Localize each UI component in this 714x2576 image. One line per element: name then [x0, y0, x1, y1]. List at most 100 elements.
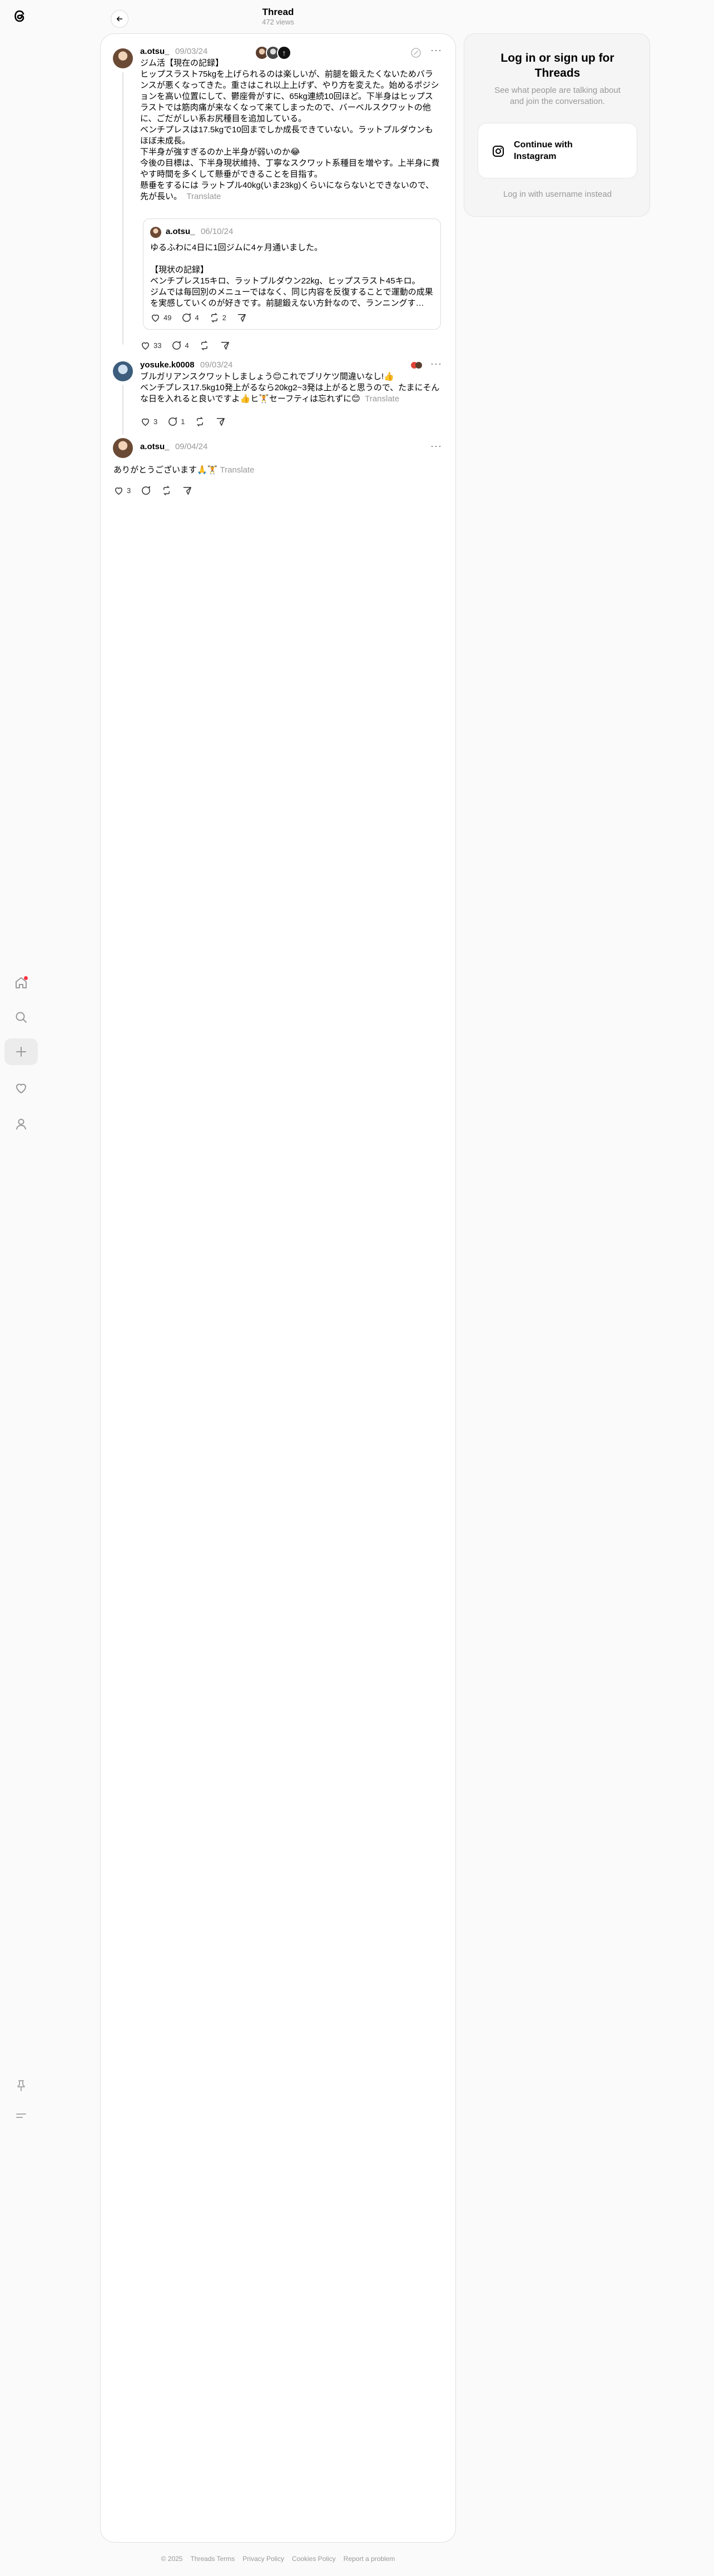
comment-icon — [168, 417, 177, 426]
translate-link[interactable]: Translate — [365, 394, 399, 404]
username-login-link[interactable]: Log in with username instead — [464, 190, 651, 199]
like-button[interactable]: 3 — [140, 416, 157, 427]
post-header: a.otsu_ 09/03/24 — [140, 47, 207, 57]
reply-button[interactable]: 4 — [181, 312, 199, 323]
heart-icon — [142, 418, 149, 426]
quote-username[interactable]: a.otsu_ — [166, 227, 195, 236]
heart-icon — [142, 342, 149, 350]
view-count: 472 views — [262, 18, 294, 26]
avatar[interactable] — [113, 361, 133, 381]
reply-header: a.otsu_ 09/04/24 — [140, 442, 207, 452]
share-button[interactable] — [182, 485, 192, 496]
reply-button[interactable]: 4 — [171, 340, 189, 351]
more-options-icon[interactable]: ··· — [430, 358, 442, 370]
nav-profile[interactable] — [9, 1112, 33, 1136]
reply-username[interactable]: yosuke.k0008 — [140, 360, 195, 370]
more-options-icon[interactable]: ··· — [430, 440, 442, 452]
footer-link-report[interactable]: Report a problem — [344, 2555, 395, 2563]
search-icon — [16, 1012, 27, 1023]
send-icon — [217, 418, 225, 426]
avatar[interactable] — [113, 48, 133, 68]
thread-connector — [122, 72, 123, 345]
more-options-icon[interactable]: ··· — [430, 44, 442, 56]
reply-text: ありがとうございます🙏🏋 Translate — [113, 465, 442, 476]
footer-copyright: © 2025 — [161, 2555, 183, 2563]
translate-link[interactable]: Translate — [186, 192, 221, 201]
reply-count: 4 — [195, 314, 199, 322]
reply-header: yosuke.k0008 09/03/24 — [140, 360, 232, 370]
avatar[interactable] — [113, 438, 133, 458]
comment-icon — [172, 341, 181, 350]
reply-count: 1 — [181, 417, 185, 426]
share-button[interactable] — [215, 416, 226, 427]
post-username[interactable]: a.otsu_ — [140, 47, 170, 56]
repost-icon — [201, 341, 207, 350]
login-card: Log in or sign up for Threads See what p… — [464, 33, 650, 217]
reply-actions: 3 — [113, 485, 192, 496]
quote-line: 【現状の記録】 — [150, 265, 209, 275]
like-button[interactable]: 3 — [113, 485, 131, 496]
continue-with-instagram-button[interactable]: Continue with Instagram — [478, 123, 637, 178]
page-title: Thread — [262, 7, 294, 17]
pin-icon — [17, 2080, 25, 2091]
quote-icon-glyph — [411, 48, 421, 58]
quoted-post[interactable]: a.otsu_ 06/10/24 ゆるふわに4日に1回ジムに4ヶ月通いました。 … — [143, 218, 441, 330]
plus-icon — [16, 1047, 26, 1057]
share-button[interactable] — [236, 312, 247, 323]
nav-search[interactable] — [9, 1005, 33, 1030]
reply-button[interactable]: 1 — [167, 416, 185, 427]
quote-actions: 49 4 2 — [150, 312, 247, 323]
nav-create[interactable] — [4, 1038, 38, 1065]
send-icon — [184, 487, 192, 495]
repost-button[interactable]: 2 — [209, 312, 226, 323]
login-title: Log in or sign up for Threads — [500, 52, 614, 79]
nav-menu[interactable] — [9, 2103, 33, 2128]
quote-line: ゆるふわに4日に1回ジムに4ヶ月通いました。 — [150, 243, 323, 252]
translate-link[interactable]: Translate — [220, 465, 255, 475]
footer-link-privacy[interactable]: Privacy Policy — [242, 2555, 284, 2563]
profile-icon — [16, 1118, 26, 1130]
nav-home[interactable] — [9, 971, 33, 995]
like-count: 3 — [127, 486, 131, 495]
like-count: 33 — [153, 341, 162, 350]
reaction-icon — [411, 362, 422, 369]
like-count: 3 — [153, 417, 158, 426]
post-text: ジム活【現在の記録】 ヒップスラスト75kgを上げられるのは楽しいが、前腿を鍛え… — [140, 58, 440, 202]
post-date: 09/03/24 — [175, 47, 208, 56]
reply-date: 09/03/24 — [200, 360, 233, 370]
repost-button[interactable] — [161, 485, 172, 496]
like-count: 49 — [163, 314, 172, 322]
repost-button[interactable] — [199, 340, 210, 351]
reply-button[interactable] — [141, 485, 151, 496]
like-button[interactable]: 33 — [140, 340, 161, 351]
nav-activity[interactable] — [9, 1076, 33, 1101]
footer-link-cookies[interactable]: Cookies Policy — [292, 2555, 336, 2563]
reply-date: 09/04/24 — [175, 442, 208, 451]
quote-text: ゆるふわに4日に1回ジムに4ヶ月通いました。 【現状の記録】 ベンチプレス15キ… — [150, 242, 434, 309]
quote-date: 06/10/24 — [200, 227, 234, 236]
post-actions: 33 4 — [140, 340, 230, 351]
post-body: ジム活【現在の記録】 ヒップスラスト75kgを上げられるのは楽しいが、前腿を鍛え… — [140, 58, 440, 201]
heart-icon — [115, 487, 122, 495]
quote-line: ベンチプレス15キロ、ラットプルダウン22kg、ヒップスラスト45キロ。 — [150, 276, 420, 286]
footer-link-terms[interactable]: Threads Terms — [190, 2555, 235, 2563]
repost-icon — [211, 313, 217, 322]
send-icon — [221, 342, 229, 350]
reply-count: 4 — [185, 341, 189, 350]
reply-username[interactable]: a.otsu_ — [140, 442, 170, 451]
repost-button[interactable] — [195, 416, 205, 427]
like-button[interactable]: 49 — [150, 312, 171, 323]
thread-column — [100, 33, 456, 2543]
repost-icon — [197, 417, 204, 426]
share-button[interactable] — [220, 340, 230, 351]
avatar — [150, 227, 161, 238]
heart-icon — [16, 1083, 26, 1093]
thread-connector — [122, 385, 123, 435]
comment-icon — [142, 486, 151, 495]
repost-icon — [163, 486, 170, 495]
nav-pinned[interactable] — [9, 2073, 33, 2098]
menu-icon — [16, 2113, 26, 2118]
quote-icon[interactable] — [410, 47, 422, 59]
quote-header: a.otsu_ 06/10/24 — [166, 227, 233, 237]
login-subtitle: See what people are talking about and jo… — [494, 86, 621, 106]
